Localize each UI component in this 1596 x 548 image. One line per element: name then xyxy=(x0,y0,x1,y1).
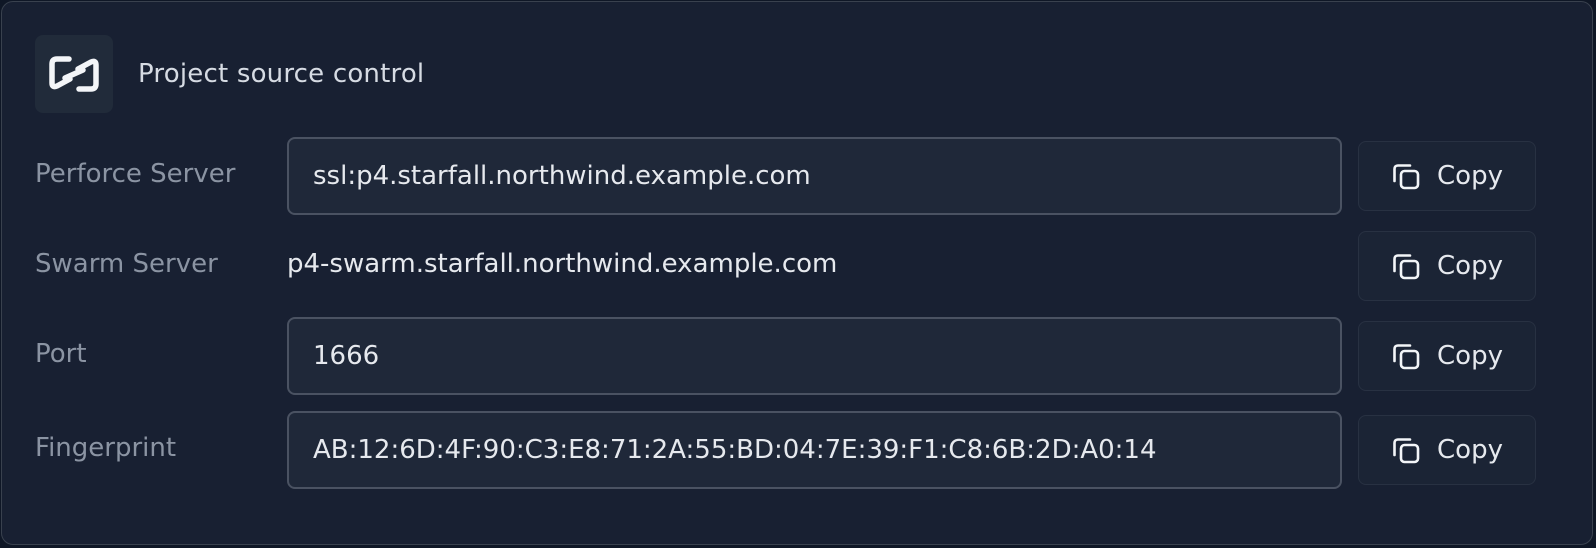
copy-swarm-server-button[interactable]: Copy xyxy=(1358,231,1536,301)
swarm-server-value: p4-swarm.starfall.northwind.example.com xyxy=(287,249,838,279)
copy-icon xyxy=(1391,341,1421,371)
port-label: Port xyxy=(35,339,87,369)
copy-icon xyxy=(1391,435,1421,465)
panel-title: Project source control xyxy=(138,59,425,89)
copy-icon xyxy=(1391,251,1421,281)
fingerprint-label: Fingerprint xyxy=(35,433,177,463)
chain-link-logo-icon xyxy=(49,56,99,92)
fingerprint-field[interactable]: AB:12:6D:4F:90:C3:E8:71:2A:55:BD:04:7E:3… xyxy=(287,411,1342,489)
perforce-server-value: ssl:p4.starfall.northwind.example.com xyxy=(313,161,811,191)
logo-tile xyxy=(35,35,113,113)
source-control-panel: Project source control Perforce Server s… xyxy=(1,1,1593,545)
perforce-server-field[interactable]: ssl:p4.starfall.northwind.example.com xyxy=(287,137,1342,215)
port-field[interactable]: 1666 xyxy=(287,317,1342,395)
copy-icon xyxy=(1391,161,1421,191)
port-value: 1666 xyxy=(313,341,380,371)
perforce-server-label: Perforce Server xyxy=(35,159,236,189)
copy-button-label: Copy xyxy=(1437,341,1503,371)
swarm-server-label: Swarm Server xyxy=(35,249,218,279)
copy-button-label: Copy xyxy=(1437,251,1503,281)
panel-header: Project source control xyxy=(35,35,424,113)
fingerprint-value: AB:12:6D:4F:90:C3:E8:71:2A:55:BD:04:7E:3… xyxy=(313,435,1157,465)
copy-button-label: Copy xyxy=(1437,161,1503,191)
copy-button-label: Copy xyxy=(1437,435,1503,465)
copy-port-button[interactable]: Copy xyxy=(1358,321,1536,391)
copy-fingerprint-button[interactable]: Copy xyxy=(1358,415,1536,485)
copy-perforce-server-button[interactable]: Copy xyxy=(1358,141,1536,211)
